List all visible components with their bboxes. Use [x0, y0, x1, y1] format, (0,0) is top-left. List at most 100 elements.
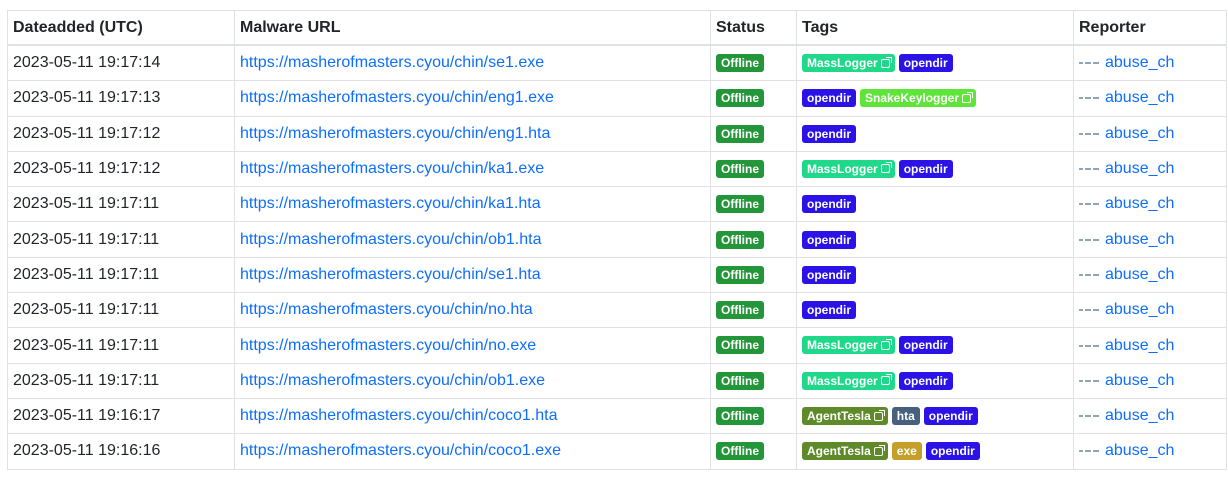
tag-badge[interactable]: MassLogger	[802, 159, 895, 178]
malware-url-link[interactable]: https://masherofmasters.cyou/chin/ka1.ex…	[240, 160, 544, 177]
reporter-link[interactable]: abuse_ch	[1079, 231, 1221, 249]
reporter-link[interactable]: abuse_ch	[1079, 407, 1221, 425]
reporter-link[interactable]: abuse_ch	[1079, 266, 1221, 284]
tags-cell: MassLogger opendir	[796, 362, 1074, 399]
malware-url-link[interactable]: https://masherofmasters.cyou/chin/eng1.h…	[240, 125, 550, 142]
reporter-name: abuse_ch	[1105, 407, 1175, 425]
external-link-icon	[873, 444, 885, 456]
reporter-link[interactable]: abuse_ch	[1079, 160, 1221, 178]
header-reporter[interactable]: Reporter	[1073, 10, 1227, 46]
tag-badge[interactable]: hta	[891, 407, 920, 425]
tags-cell: opendir	[796, 186, 1074, 223]
table-body: 2023-05-11 19:17:14 https://masherofmaste…	[7, 44, 1227, 470]
malware-url-cell: https://masherofmasters.cyou/chin/se1.ex…	[234, 44, 711, 82]
reporter-link[interactable]: abuse_ch	[1079, 89, 1221, 107]
tags-cell: opendir	[796, 256, 1074, 294]
dateadded-cell: 2023-05-11 19:17:13	[7, 80, 235, 117]
reporter-link[interactable]: abuse_ch	[1079, 195, 1221, 213]
reporter-link[interactable]: abuse_ch	[1079, 125, 1221, 143]
malware-url-link[interactable]: https://masherofmasters.cyou/chin/ob1.ht…	[240, 231, 541, 248]
malware-url-link[interactable]: https://masherofmasters.cyou/chin/coco1.…	[240, 442, 561, 459]
status-badge: Offline	[716, 89, 764, 108]
malware-url-cell: https://masherofmasters.cyou/chin/coco1.…	[234, 433, 711, 470]
reporter-name: abuse_ch	[1105, 195, 1175, 213]
tag-badge[interactable]: MassLogger	[802, 371, 895, 390]
reporter-link[interactable]: abuse_ch	[1079, 54, 1221, 72]
external-link-icon	[880, 374, 892, 386]
tag-label: opendir	[903, 161, 948, 176]
header-malware-url[interactable]: Malware URL	[234, 10, 711, 46]
header-dateadded[interactable]: Dateadded (UTC)	[7, 10, 235, 46]
tag-badge[interactable]: opendir	[898, 159, 953, 178]
tag-badge[interactable]: opendir	[802, 230, 856, 249]
malware-url-cell: https://masherofmasters.cyou/chin/no.hta	[234, 292, 711, 329]
malware-url-link[interactable]: https://masherofmasters.cyou/chin/ob1.ex…	[240, 372, 545, 389]
tag-badge[interactable]: opendir	[898, 54, 953, 73]
tag-badge[interactable]: AgentTesla	[802, 442, 888, 461]
tag-label: MassLogger	[807, 161, 878, 176]
external-link-icon	[880, 338, 892, 350]
reporter-name: abuse_ch	[1105, 160, 1175, 178]
tag-badge[interactable]: opendir	[802, 89, 856, 108]
tag-badge[interactable]: MassLogger	[802, 336, 895, 355]
table-row: 2023-05-11 19:17:12 https://masherofmaste…	[7, 150, 1227, 188]
malware-url-link[interactable]: https://masherofmasters.cyou/chin/no.hta	[240, 301, 533, 318]
malware-url-cell: https://masherofmasters.cyou/chin/no.exe	[234, 327, 711, 364]
header-status[interactable]: Status	[710, 10, 797, 46]
status-badge: Offline	[716, 195, 764, 214]
tag-badge[interactable]: exe	[891, 442, 922, 461]
tag-badge[interactable]: opendir	[802, 301, 856, 320]
reporter-cell: abuse_ch	[1073, 150, 1227, 188]
malware-url-cell: https://masherofmasters.cyou/chin/ka1.ht…	[234, 186, 711, 223]
header-tags[interactable]: Tags	[796, 10, 1074, 46]
reporter-cell: abuse_ch	[1073, 256, 1227, 294]
reporter-link[interactable]: abuse_ch	[1079, 372, 1221, 390]
malware-url-link[interactable]: https://masherofmasters.cyou/chin/se1.ht…	[240, 266, 541, 283]
tags-cell: opendir SnakeKeylogger	[796, 80, 1074, 117]
table-row: 2023-05-11 19:16:17 https://masherofmaste…	[7, 397, 1227, 435]
malware-url-link[interactable]: https://masherofmasters.cyou/chin/coco1.…	[240, 407, 557, 424]
tag-label: opendir	[930, 444, 975, 459]
table-row: 2023-05-11 19:17:11 https://masherofmaste…	[7, 221, 1227, 258]
tag-label: SnakeKeylogger	[865, 91, 960, 106]
abuse-ch-logo-icon	[1079, 130, 1099, 138]
status-cell: Offline	[710, 292, 797, 329]
dateadded-cell: 2023-05-11 19:16:17	[7, 397, 235, 435]
status-badge: Offline	[716, 407, 764, 425]
table-row: 2023-05-11 19:17:11 https://masherofmaste…	[7, 186, 1227, 223]
tag-label: opendir	[807, 126, 851, 141]
malware-url-link[interactable]: https://masherofmasters.cyou/chin/eng1.e…	[240, 89, 554, 106]
tag-badge[interactable]: SnakeKeylogger	[860, 89, 977, 108]
tag-badge[interactable]: opendir	[802, 124, 856, 143]
dateadded-cell: 2023-05-11 19:17:12	[7, 115, 235, 152]
abuse-ch-logo-icon	[1079, 200, 1099, 208]
status-badge: Offline	[716, 230, 764, 249]
status-cell: Offline	[710, 327, 797, 364]
tags-cell: MassLogger opendir	[796, 44, 1074, 82]
malware-url-link[interactable]: https://masherofmasters.cyou/chin/no.exe	[240, 337, 536, 354]
tag-badge[interactable]: opendir	[802, 265, 856, 284]
tag-badge[interactable]: opendir	[802, 195, 856, 214]
malware-url-link[interactable]: https://masherofmasters.cyou/chin/se1.ex…	[240, 54, 544, 71]
tag-badge[interactable]: opendir	[898, 336, 953, 355]
reporter-cell: abuse_ch	[1073, 433, 1227, 470]
reporter-cell: abuse_ch	[1073, 186, 1227, 223]
reporter-cell: abuse_ch	[1073, 362, 1227, 399]
reporter-link[interactable]: abuse_ch	[1079, 337, 1221, 355]
tag-badge[interactable]: AgentTesla	[802, 407, 888, 425]
reporter-link[interactable]: abuse_ch	[1079, 301, 1221, 319]
abuse-ch-logo-icon	[1079, 94, 1099, 102]
status-cell: Offline	[710, 80, 797, 117]
tag-badge[interactable]: opendir	[925, 442, 980, 461]
tag-badge[interactable]: opendir	[898, 371, 953, 390]
table-row: 2023-05-11 19:17:14 https://masherofmaste…	[7, 44, 1227, 82]
tag-badge[interactable]: MassLogger	[802, 54, 895, 73]
tags-cell: opendir	[796, 221, 1074, 258]
abuse-ch-logo-icon	[1079, 59, 1099, 67]
table-row: 2023-05-11 19:17:13 https://masherofmaste…	[7, 80, 1227, 117]
malware-url-link[interactable]: https://masherofmasters.cyou/chin/ka1.ht…	[240, 195, 541, 212]
reporter-name: abuse_ch	[1105, 54, 1175, 72]
malware-url-cell: https://masherofmasters.cyou/chin/se1.ht…	[234, 256, 711, 294]
tag-badge[interactable]: opendir	[923, 407, 978, 425]
reporter-link[interactable]: abuse_ch	[1079, 442, 1221, 460]
